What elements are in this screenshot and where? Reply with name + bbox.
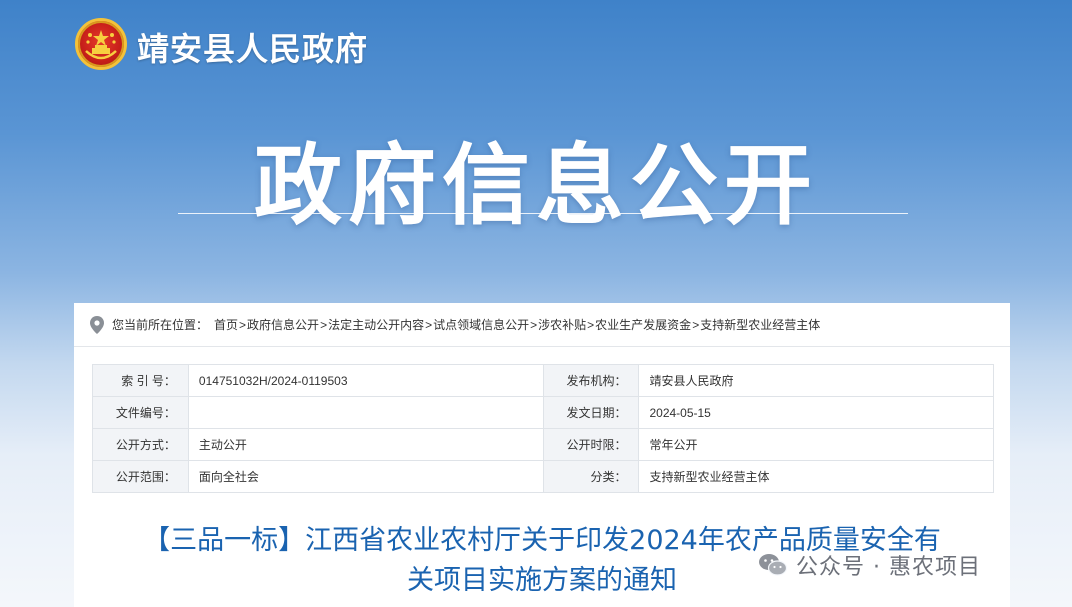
info-value: 面向全社会 [187, 460, 544, 493]
info-key: 索 引 号： [92, 364, 189, 397]
table-row: 公开方式： 主动公开 公开时限： 常年公开 [92, 428, 994, 461]
breadcrumb-separator: > [320, 317, 328, 332]
breadcrumb-item-home[interactable]: 首页 [214, 316, 238, 333]
info-value: 常年公开 [638, 428, 994, 461]
info-key: 公开方式： [92, 428, 189, 461]
breadcrumb-separator: > [692, 317, 700, 332]
breadcrumb-separator: > [530, 317, 538, 332]
breadcrumb-separator: > [587, 317, 595, 332]
breadcrumb: 您当前所在位置： 首页 > 政府信息公开 > 法定主动公开内容 > 试点领域信息公开 >… [74, 303, 1010, 347]
breadcrumb-item-statutory[interactable]: 法定主动公开内容 [328, 316, 424, 333]
site-name[interactable]: 靖安县人民政府 [137, 24, 368, 70]
breadcrumb-prefix: 您当前所在位置： [112, 318, 209, 332]
info-value [187, 396, 544, 429]
breadcrumb-item-gov-info[interactable]: 政府信息公开 [247, 316, 319, 333]
info-key: 公开范围： [92, 460, 189, 493]
info-value: 014751032H/2024-0119503 [187, 364, 544, 397]
info-key: 发布机构： [542, 364, 640, 397]
breadcrumb-separator: > [425, 317, 433, 332]
wechat-icon [759, 554, 788, 576]
breadcrumb-item-pilot[interactable]: 试点领域信息公开 [433, 316, 529, 333]
breadcrumb-item-current[interactable]: 支持新型农业经营主体 [700, 316, 820, 333]
breadcrumb-item-fund[interactable]: 农业生产发展资金 [595, 316, 691, 333]
table-row: 公开范围： 面向全社会 分类： 支持新型农业经营主体 [92, 460, 994, 493]
info-value: 主动公开 [187, 428, 544, 461]
info-value: 支持新型农业经营主体 [638, 460, 994, 493]
location-pin-icon [90, 315, 104, 334]
info-key: 公开时限： [542, 428, 640, 461]
breadcrumb-item-subsidy[interactable]: 涉农补贴 [538, 316, 586, 333]
info-key: 分类： [542, 460, 640, 493]
document-info-table: 索 引 号： 014751032H/2024-0119503 发布机构： 靖安县… [92, 364, 994, 493]
banner-divider [178, 213, 908, 214]
wechat-watermark: 公众号 · 惠农项目 [758, 548, 981, 582]
info-key: 发文日期： [542, 396, 640, 429]
banner-title: 政府信息公开 [253, 134, 818, 237]
info-value: 靖安县人民政府 [638, 364, 994, 397]
watermark-text: 公众号 · 惠农项目 [796, 555, 981, 580]
table-row: 索 引 号： 014751032H/2024-0119503 发布机构： 靖安县… [92, 364, 994, 397]
info-key: 文件编号： [92, 396, 189, 429]
table-row: 文件编号： 发文日期： 2024-05-15 [92, 396, 994, 429]
breadcrumb-separator: > [239, 317, 247, 332]
national-emblem-icon [75, 18, 127, 70]
info-value: 2024-05-15 [638, 396, 994, 429]
